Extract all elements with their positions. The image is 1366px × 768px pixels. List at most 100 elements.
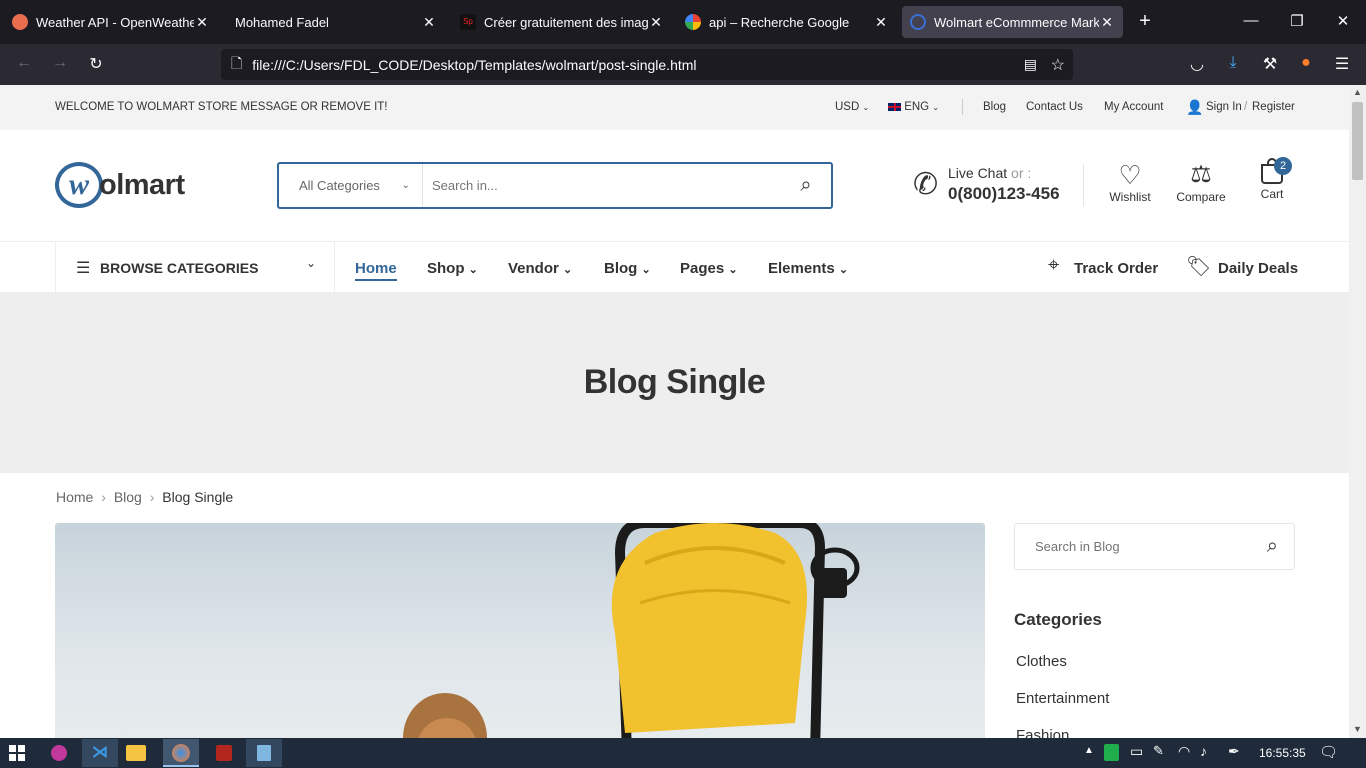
wishlist-label: Wishlist	[1109, 190, 1151, 204]
live-chat-line: Live Chat or :	[948, 165, 1031, 181]
minimize-button[interactable]: —	[1241, 12, 1261, 29]
phone-number[interactable]: 0(800)123-456	[948, 184, 1060, 204]
menu-icon[interactable]: ☰	[1331, 54, 1353, 74]
tray-app-icon[interactable]	[1104, 744, 1119, 761]
cart-button[interactable]: Cart 2	[1251, 157, 1293, 201]
extension-icon[interactable]: ●	[1295, 54, 1317, 72]
tab-weather-api[interactable]: Weather API - OpenWeatherMap ✕	[4, 6, 218, 38]
sign-in-link[interactable]: Sign In	[1206, 101, 1242, 113]
wishlist-button[interactable]: ♡ Wishlist	[1104, 160, 1156, 204]
search-icon[interactable]: ⌕	[1267, 535, 1278, 558]
phone-icon: ✆	[913, 168, 939, 201]
reader-view-icon[interactable]: ▤	[1024, 56, 1037, 73]
nav-blog[interactable]: Blog ⌄	[604, 260, 651, 277]
browser-toolbar: ← → ↻ 🗋 file:///C:/Users/FDL_CODE/Deskto…	[0, 44, 1366, 85]
register-link[interactable]: Register	[1252, 101, 1295, 113]
scroll-up-icon[interactable]: ▲	[1353, 87, 1362, 97]
nav-home[interactable]: Home	[355, 260, 397, 281]
my-account-link[interactable]: My Account	[1104, 101, 1163, 113]
blog-search-input[interactable]	[1015, 524, 1245, 569]
browse-categories-toggle[interactable]: ☰ BROWSE CATEGORIES ⌄	[55, 242, 335, 293]
restore-button[interactable]: ❐	[1287, 12, 1307, 30]
bookmark-star-icon[interactable]: ☆	[1051, 55, 1065, 75]
tab-title: Mohamed Fadel	[235, 14, 329, 30]
url-bar[interactable]: 🗋 file:///C:/Users/FDL_CODE/Desktop/Temp…	[221, 49, 1073, 80]
chevron-right-icon: ›	[149, 489, 155, 505]
tab-title: Weather API - OpenWeatherMap	[36, 14, 194, 30]
language-dropdown[interactable]: ENG ⌄	[888, 101, 939, 113]
notepad-icon[interactable]	[246, 739, 282, 767]
close-tab-icon[interactable]: ✕	[1099, 14, 1115, 31]
tools-icon[interactable]: ⚒	[1259, 54, 1281, 74]
nav-shop[interactable]: Shop ⌄	[427, 260, 478, 277]
new-tab-button[interactable]: +	[1135, 10, 1155, 33]
category-select-value: All Categories	[299, 178, 380, 193]
tab-wolmart[interactable]: Wolmart eCommmerce Marketpl ✕	[902, 6, 1123, 38]
live-chat-link[interactable]: Live Chat	[948, 165, 1007, 181]
currency-dropdown[interactable]: USD ⌄	[835, 101, 869, 113]
nav-pages[interactable]: Pages ⌄	[680, 260, 738, 277]
divider	[1083, 164, 1084, 206]
google-favicon-icon	[685, 14, 701, 30]
pocket-icon[interactable]: ◡	[1186, 54, 1208, 74]
close-tab-icon[interactable]: ✕	[873, 14, 889, 31]
category-link-entertainment[interactable]: Entertainment	[1016, 690, 1295, 707]
pen-icon[interactable]: ✒	[1228, 743, 1240, 760]
page-scrollbar[interactable]: ▲ ▼	[1349, 85, 1366, 738]
clock[interactable]: 16:55:35	[1259, 746, 1306, 760]
nav-vendor[interactable]: Vendor ⌄	[508, 260, 572, 277]
compare-scale-icon: ⚖	[1190, 161, 1212, 188]
tray-keyboard-icon[interactable]: ✎	[1153, 743, 1164, 759]
close-tab-icon[interactable]: ✕	[194, 14, 210, 31]
tab-mohamed-fadel[interactable]: Mohamed Fadel ✕	[227, 6, 445, 38]
contact-link[interactable]: Contact Us	[1026, 101, 1083, 113]
volume-icon[interactable]: ♪	[1200, 743, 1207, 759]
tab-creer-images[interactable]: Sp Créer gratuitement des images, ✕	[452, 6, 672, 38]
category-select[interactable]: All Categories ⌄	[279, 164, 423, 207]
tray-overflow-icon[interactable]: ▲	[1084, 745, 1094, 756]
category-link-clothes[interactable]: Clothes	[1016, 653, 1295, 670]
filezilla-icon[interactable]	[216, 745, 232, 761]
cart-count-badge: 2	[1274, 157, 1292, 175]
download-icon[interactable]: ⤓	[1222, 54, 1244, 72]
map-pin-icon: ⌖	[1048, 254, 1060, 276]
breadcrumb-home[interactable]: Home	[56, 489, 93, 505]
nav-elements[interactable]: Elements ⌄	[768, 260, 848, 277]
breadcrumb-blog[interactable]: Blog	[114, 489, 142, 505]
track-order-link[interactable]: Track Order	[1074, 260, 1158, 277]
scrollbar-thumb[interactable]	[1352, 102, 1363, 180]
category-link-fashion[interactable]: Fashion	[1016, 727, 1295, 738]
tab-google-search[interactable]: api – Recherche Google ✕	[677, 6, 897, 38]
logo[interactable]: w olmart	[55, 162, 185, 208]
wifi-icon[interactable]: ◠	[1178, 743, 1190, 760]
search-icon[interactable]: ⌕	[781, 174, 831, 197]
scroll-down-icon[interactable]: ▼	[1353, 724, 1362, 734]
firefox-icon[interactable]	[163, 739, 199, 767]
close-window-button[interactable]: ✕	[1333, 12, 1353, 30]
nav-elements-label: Elements	[768, 260, 835, 277]
daily-deals-link[interactable]: Daily Deals	[1218, 260, 1298, 277]
blog-link[interactable]: Blog	[983, 101, 1006, 113]
user-icon: 👤	[1186, 99, 1204, 115]
close-tab-icon[interactable]: ✕	[648, 14, 664, 31]
blog-sidebar: ⌕ Categories Clothes Entertainment Fashi…	[1014, 523, 1295, 738]
nav-pages-label: Pages	[680, 260, 725, 277]
forward-icon[interactable]: →	[49, 54, 71, 72]
vscode-icon[interactable]: ⋊	[82, 739, 118, 767]
app-icon-purple[interactable]	[51, 745, 67, 761]
blog-search-form: ⌕	[1014, 523, 1295, 570]
notification-icon[interactable]: 🗨	[1319, 743, 1338, 761]
reload-icon[interactable]: ↻	[85, 54, 107, 74]
tray-device-icon[interactable]: ▭	[1130, 743, 1143, 760]
heart-icon: ♡	[1118, 160, 1142, 190]
windows-start-icon[interactable]	[9, 745, 25, 761]
uk-flag-icon	[888, 102, 901, 111]
file-explorer-icon[interactable]	[126, 745, 146, 761]
compare-button[interactable]: ⚖ Compare	[1171, 160, 1231, 204]
nav-blog-label: Blog	[604, 260, 638, 277]
back-icon[interactable]: ←	[13, 54, 35, 72]
search-input[interactable]	[423, 164, 781, 207]
close-tab-icon[interactable]: ✕	[421, 14, 437, 31]
nav-vendor-label: Vendor	[508, 260, 559, 277]
page-title: Blog Single	[583, 363, 766, 401]
